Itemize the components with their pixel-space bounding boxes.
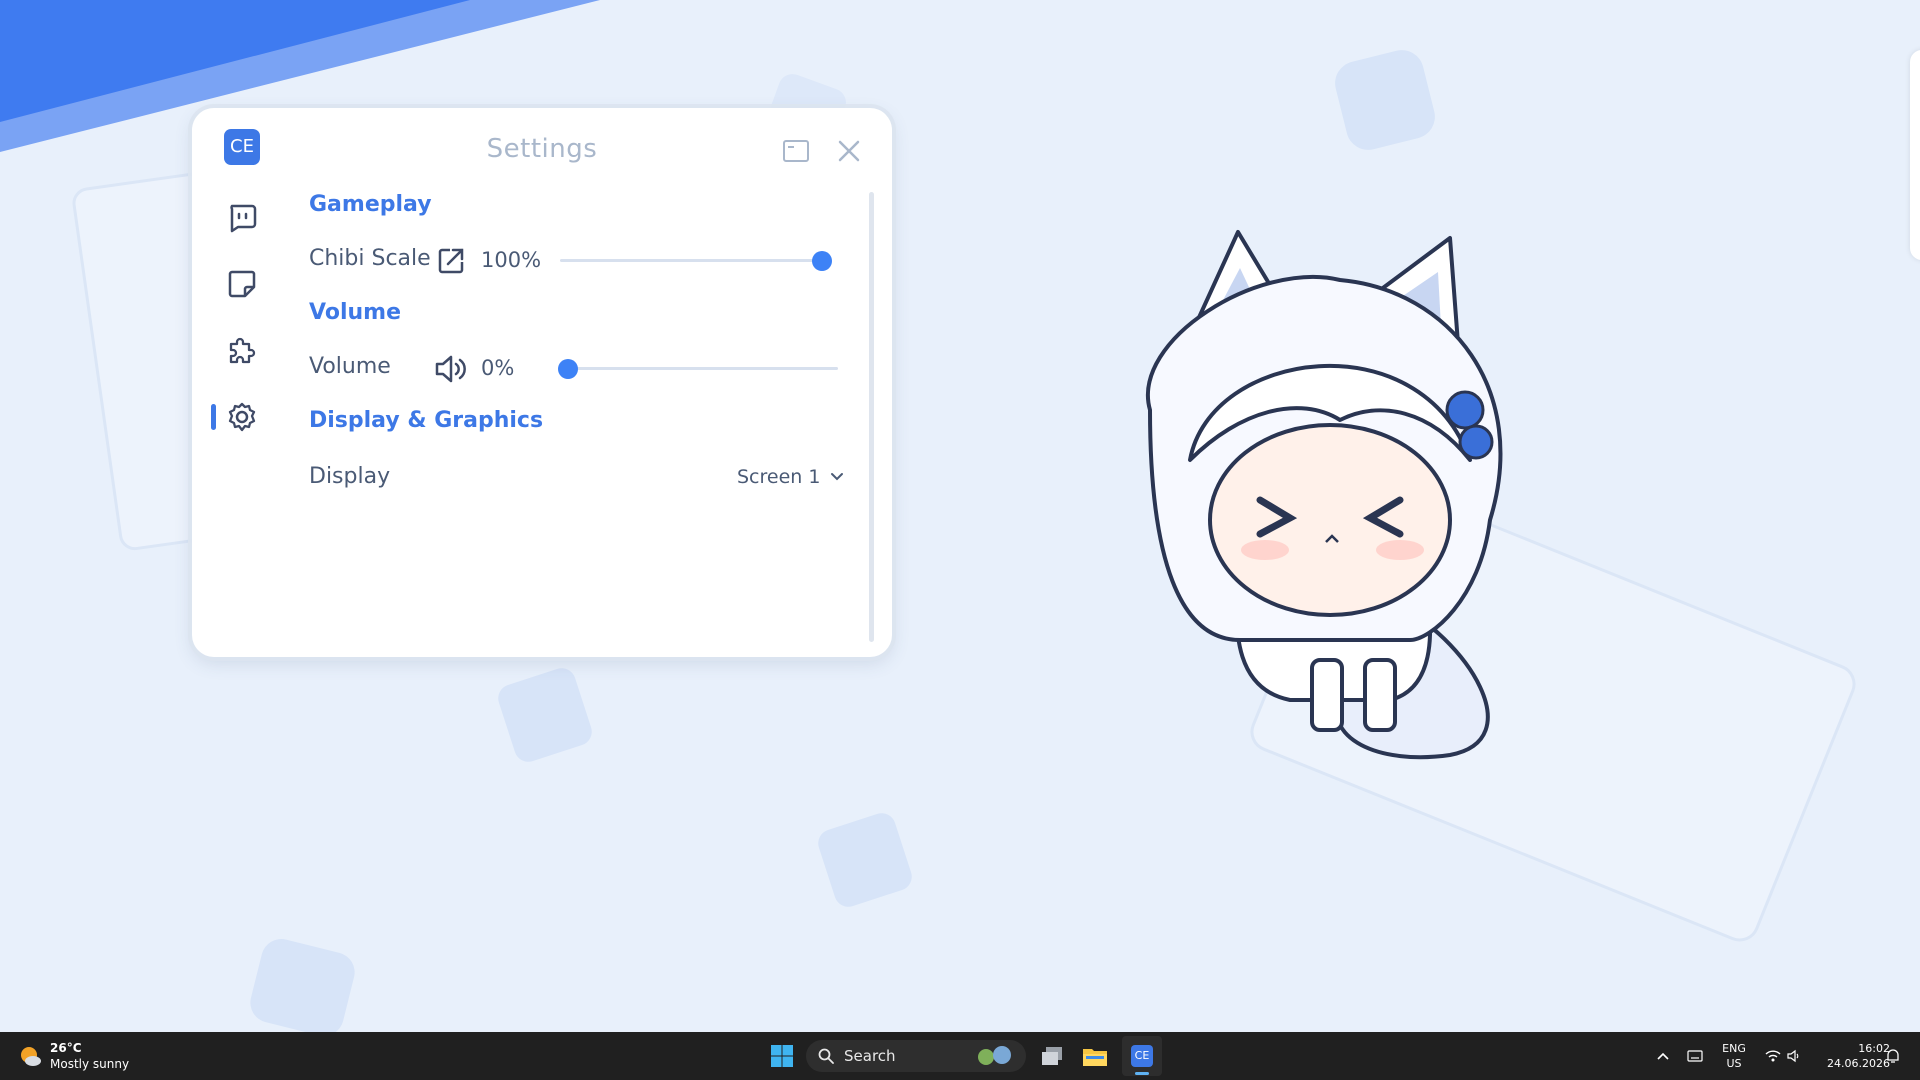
sticky-note-icon bbox=[228, 270, 256, 298]
folder-icon bbox=[1083, 1049, 1107, 1066]
volume-slider[interactable] bbox=[558, 359, 838, 379]
puzzle-icon bbox=[229, 337, 256, 364]
background-note-icon bbox=[814, 809, 916, 911]
weather-text: 26°C Mostly sunny bbox=[50, 1040, 129, 1072]
language-secondary: US bbox=[1726, 1057, 1742, 1070]
bell-icon bbox=[1887, 1049, 1899, 1063]
windows-logo-icon bbox=[771, 1045, 793, 1067]
display-label: Display bbox=[309, 464, 391, 489]
chibi-scale-slider[interactable] bbox=[560, 251, 832, 271]
volume-slider-thumb[interactable] bbox=[558, 359, 578, 379]
network-volume-button[interactable] bbox=[1760, 1044, 1806, 1068]
sidebar-item-settings[interactable] bbox=[224, 399, 260, 435]
desktop: CE Settings Gameplay Chibi Scale 100% Vo… bbox=[0, 0, 1920, 1032]
window-mode-icon bbox=[783, 140, 809, 162]
sidebar-item-notes[interactable] bbox=[224, 266, 260, 302]
show-hidden-icons-button[interactable] bbox=[1652, 1044, 1674, 1068]
taskbar: 26°C Mostly sunny Search CE ENG US 16:02… bbox=[0, 1032, 1920, 1080]
edge-panel bbox=[1910, 50, 1920, 260]
search-icon bbox=[818, 1048, 834, 1064]
language-primary: ENG bbox=[1722, 1042, 1746, 1055]
keyboard-button[interactable] bbox=[1684, 1044, 1706, 1068]
resize-icon bbox=[438, 248, 464, 274]
sidebar-active-indicator bbox=[211, 404, 216, 430]
weather-widget[interactable]: 26°C Mostly sunny bbox=[18, 1038, 129, 1074]
taskbar-search[interactable]: Search bbox=[806, 1040, 1026, 1072]
weather-condition: Mostly sunny bbox=[50, 1057, 130, 1071]
chibi-app-taskbar-button[interactable]: CE bbox=[1122, 1036, 1162, 1076]
background-chat-icon bbox=[246, 934, 359, 1032]
volume-value: 0% bbox=[481, 356, 515, 380]
speaker-icon bbox=[1787, 1049, 1799, 1063]
chibi-scale-label: Chibi Scale bbox=[309, 246, 431, 271]
gameplay-heading: Gameplay bbox=[309, 192, 432, 217]
task-view-button[interactable] bbox=[1036, 1040, 1068, 1072]
notifications-button[interactable] bbox=[1882, 1044, 1904, 1068]
sidebar-item-chat[interactable] bbox=[224, 200, 260, 236]
clock[interactable]: 16:02 24.06.2026 bbox=[1810, 1039, 1890, 1073]
volume-label: Volume bbox=[309, 354, 391, 379]
chevron-down-icon bbox=[831, 473, 844, 481]
chibi-scale-slider-thumb[interactable] bbox=[812, 251, 832, 271]
search-highlight-icon bbox=[978, 1046, 1011, 1065]
display-select[interactable]: Screen 1 bbox=[737, 466, 844, 488]
background-chat-icon bbox=[1330, 45, 1440, 155]
chibi-scale-value: 100% bbox=[481, 248, 542, 272]
task-view-icon bbox=[1042, 1047, 1062, 1065]
background-note-icon bbox=[494, 664, 596, 766]
chibi-character[interactable] bbox=[1090, 220, 1550, 780]
minimize-to-tray-button[interactable] bbox=[781, 136, 811, 166]
file-explorer-button[interactable] bbox=[1079, 1040, 1111, 1072]
display-select-value: Screen 1 bbox=[737, 466, 821, 488]
wifi-icon bbox=[1765, 1050, 1781, 1062]
close-button[interactable] bbox=[834, 136, 864, 166]
close-icon bbox=[838, 140, 860, 162]
display-graphics-heading: Display & Graphics bbox=[309, 408, 544, 433]
language-indicator[interactable]: ENG US bbox=[1714, 1039, 1754, 1073]
running-indicator bbox=[1135, 1072, 1149, 1075]
clock-date: 24.06.2026 bbox=[1827, 1057, 1890, 1070]
chat-bubble-icon bbox=[230, 204, 257, 233]
weather-temp: 26°C bbox=[50, 1041, 82, 1055]
app-logo-icon: CE bbox=[1131, 1045, 1153, 1067]
gear-icon bbox=[228, 402, 256, 432]
search-placeholder: Search bbox=[844, 1047, 896, 1065]
sun-cloud-icon bbox=[21, 1047, 41, 1066]
speaker-icon[interactable] bbox=[434, 354, 468, 384]
scrollbar[interactable] bbox=[869, 192, 874, 642]
sidebar-item-plugins[interactable] bbox=[224, 332, 260, 368]
volume-heading: Volume bbox=[309, 300, 401, 325]
settings-window: CE Settings Gameplay Chibi Scale 100% Vo… bbox=[192, 108, 892, 657]
keyboard-icon bbox=[1687, 1050, 1703, 1062]
chevron-up-icon bbox=[1657, 1052, 1669, 1060]
start-button[interactable] bbox=[766, 1040, 798, 1072]
